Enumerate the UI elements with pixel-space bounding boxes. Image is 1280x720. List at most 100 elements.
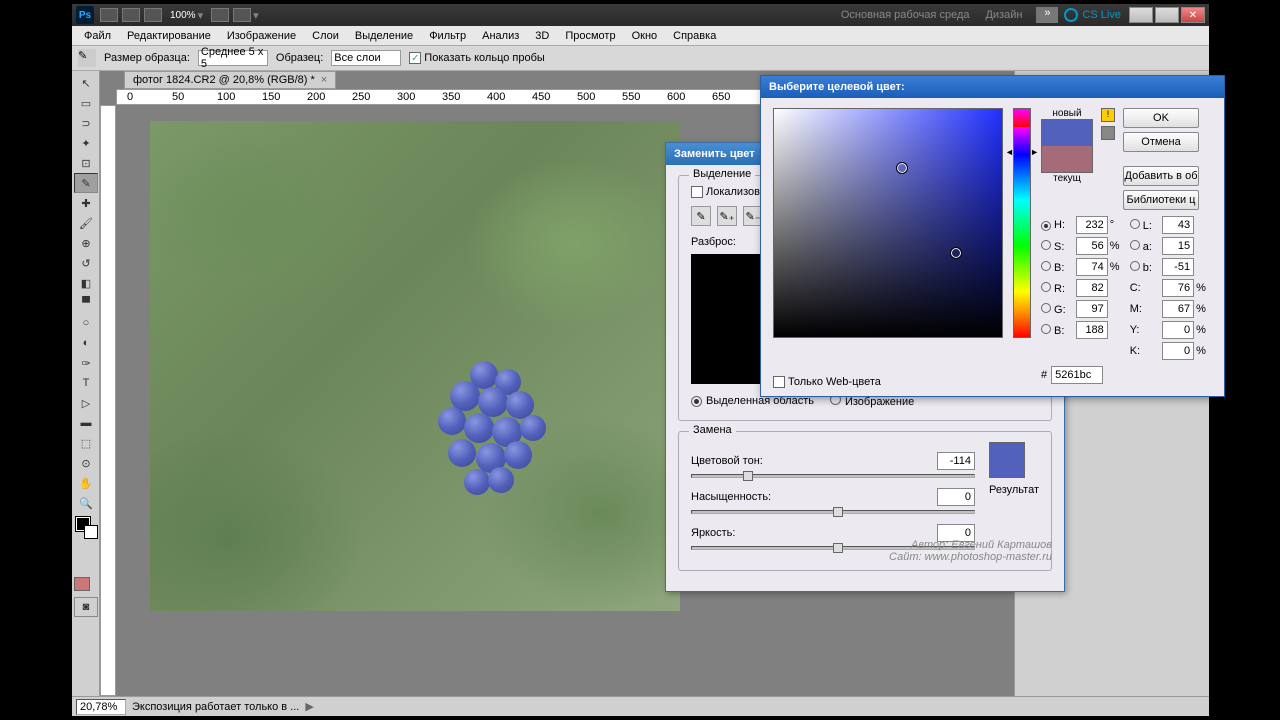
radio-a[interactable] — [1130, 240, 1140, 250]
menu-layer[interactable]: Слои — [304, 28, 347, 44]
lab-b-input[interactable] — [1162, 258, 1194, 276]
pen-tool[interactable]: ✑ — [74, 353, 98, 373]
radio-h[interactable] — [1041, 221, 1051, 231]
menu-3d[interactable]: 3D — [527, 28, 557, 44]
icon-5[interactable] — [233, 8, 251, 22]
background-swatch[interactable] — [84, 525, 98, 539]
icon-4[interactable] — [211, 8, 229, 22]
healing-tool[interactable]: ✚ — [74, 193, 98, 213]
crop-tool[interactable]: ⊡ — [74, 153, 98, 173]
type-tool[interactable]: T — [74, 373, 98, 393]
close-button[interactable]: ✕ — [1181, 7, 1205, 23]
3d-tool[interactable]: ⬚ — [74, 433, 98, 453]
m-input[interactable] — [1162, 300, 1194, 318]
zoom-field[interactable]: 20,78% — [76, 699, 126, 715]
radio-s[interactable] — [1041, 240, 1051, 250]
sv-field[interactable] — [773, 108, 1003, 338]
hue-input[interactable] — [937, 452, 975, 470]
move-tool[interactable]: ↖ — [74, 73, 98, 93]
menu-filter[interactable]: Фильтр — [421, 28, 474, 44]
magic-wand-tool[interactable]: ✦ — [74, 133, 98, 153]
h-input[interactable] — [1076, 216, 1108, 234]
gamut-warning-icon[interactable]: ! — [1101, 108, 1115, 122]
radio-l[interactable] — [1130, 219, 1140, 229]
color-libraries-button[interactable]: Библиотеки ц — [1123, 190, 1199, 210]
menu-file[interactable]: Файл — [76, 28, 119, 44]
blur-tool[interactable]: ○ — [74, 313, 98, 333]
saturation-input[interactable] — [937, 488, 975, 506]
maximize-button[interactable]: ☐ — [1155, 7, 1179, 23]
a-input[interactable] — [1162, 237, 1194, 255]
icon-2[interactable] — [122, 8, 140, 22]
radio-r[interactable] — [1041, 282, 1051, 292]
c-input[interactable] — [1162, 279, 1194, 297]
gradient-tool[interactable]: ▀ — [74, 293, 98, 313]
quickmask-toggle[interactable]: ◙ — [74, 597, 98, 617]
menu-select[interactable]: Выделение — [347, 28, 421, 44]
3d-camera-tool[interactable]: ⊙ — [74, 453, 98, 473]
b-input[interactable] — [1076, 258, 1108, 276]
ruler-vertical — [100, 105, 116, 696]
document-tab[interactable]: фотог 1824.CR2 @ 20,8% (RGB/8) *× — [124, 71, 336, 89]
sample-size-select[interactable]: Среднее 5 x 5 — [198, 50, 268, 66]
history-brush-tool[interactable]: ↺ — [74, 253, 98, 273]
eyedropper-add-icon[interactable]: ✎₊ — [717, 206, 737, 226]
workspace-more-icon[interactable]: » — [1036, 7, 1058, 23]
color-picker-title[interactable]: Выберите целевой цвет: — [761, 76, 1224, 98]
l-input[interactable] — [1162, 216, 1194, 234]
menu-image[interactable]: Изображение — [219, 28, 304, 44]
hue-slider[interactable] — [691, 474, 975, 478]
stamp-tool[interactable]: ⊕ — [74, 233, 98, 253]
menu-analysis[interactable]: Анализ — [474, 28, 527, 44]
zoom-tool[interactable]: 🔍 — [74, 493, 98, 513]
radio-bv[interactable] — [1041, 324, 1051, 334]
icon-1[interactable] — [100, 8, 118, 22]
menu-help[interactable]: Справка — [665, 28, 724, 44]
tool-preset-icon[interactable]: ✎ — [78, 49, 96, 67]
web-colors-checkbox[interactable]: Только Web-цвета — [773, 376, 881, 388]
workspace-design[interactable]: Дизайн — [977, 7, 1030, 23]
path-tool[interactable]: ▷ — [74, 393, 98, 413]
marquee-tool[interactable]: ▭ — [74, 93, 98, 113]
icon-3[interactable] — [144, 8, 162, 22]
canvas[interactable] — [150, 121, 680, 611]
eyedropper-icon[interactable]: ✎ — [691, 206, 711, 226]
tools-panel: ↖ ▭ ⊃ ✦ ⊡ ✎ ✚ 🖌 ⊕ ↺ ◧ ▀ ○ ◐ ✑ T ▷ ▬ ⬚ ⊙ … — [72, 71, 100, 696]
eyedropper-tool[interactable]: ✎ — [74, 173, 98, 193]
saturation-slider[interactable] — [691, 510, 975, 514]
menu-edit[interactable]: Редактирование — [119, 28, 219, 44]
dodge-tool[interactable]: ◐ — [74, 333, 98, 353]
new-current-swatch[interactable] — [1041, 119, 1093, 173]
shape-tool[interactable]: ▬ — [74, 413, 98, 433]
hand-tool[interactable]: ✋ — [74, 473, 98, 493]
y-input[interactable] — [1162, 321, 1194, 339]
sample-layers-select[interactable]: Все слои — [331, 50, 401, 66]
cancel-button[interactable]: Отмена — [1123, 132, 1199, 152]
ok-button[interactable]: OK — [1123, 108, 1199, 128]
websafe-warning-icon[interactable] — [1101, 126, 1115, 140]
zoom-dropdown[interactable]: 100% — [170, 10, 196, 21]
radio-b[interactable] — [1041, 261, 1051, 271]
eraser-tool[interactable]: ◧ — [74, 273, 98, 293]
cslive-button[interactable]: CS Live — [1064, 8, 1121, 22]
brush-tool[interactable]: 🖌 — [74, 213, 98, 233]
workspace-essentials[interactable]: Основная рабочая среда — [833, 7, 978, 23]
result-swatch[interactable] — [989, 442, 1025, 478]
lasso-tool[interactable]: ⊃ — [74, 113, 98, 133]
g-input[interactable] — [1076, 300, 1108, 318]
add-swatch-button[interactable]: Добавить в об — [1123, 166, 1199, 186]
hue-slider[interactable] — [1013, 108, 1031, 338]
hex-input[interactable] — [1051, 366, 1103, 384]
bv-input[interactable] — [1076, 321, 1108, 339]
radio-lab-b[interactable] — [1130, 261, 1140, 271]
r-input[interactable] — [1076, 279, 1108, 297]
close-tab-icon[interactable]: × — [321, 74, 327, 86]
show-ring-checkbox[interactable]: Показать кольцо пробы — [409, 52, 545, 64]
s-input[interactable] — [1076, 237, 1108, 255]
k-input[interactable] — [1162, 342, 1194, 360]
minimize-button[interactable]: ─ — [1129, 7, 1153, 23]
menu-window[interactable]: Окно — [624, 28, 666, 44]
color-swatches[interactable] — [74, 517, 97, 547]
menu-view[interactable]: Просмотр — [557, 28, 623, 44]
radio-g[interactable] — [1041, 303, 1051, 313]
